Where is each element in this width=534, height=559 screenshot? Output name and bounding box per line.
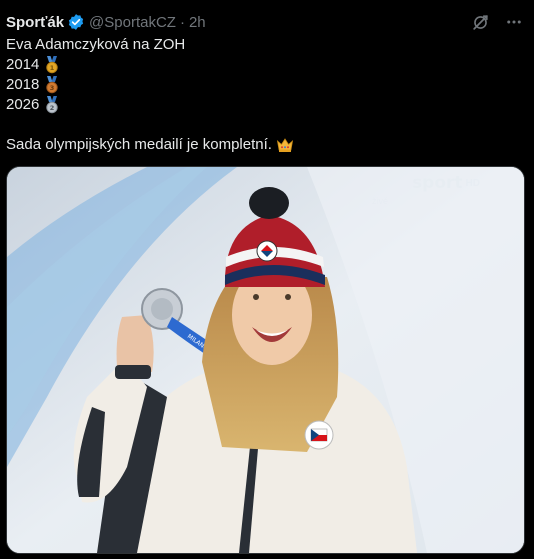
more-icon[interactable] [504, 12, 524, 32]
tweet-text: Eva Adamczyková na ZOH 2014 1 2018 3 202… [6, 35, 294, 155]
svg-text:1: 1 [50, 64, 55, 72]
separator-dot: · [179, 13, 185, 31]
athlete-photo: MILANO CORTINA 2026 [7, 167, 524, 553]
crown-icon [276, 136, 294, 154]
text-line-2026: 2026 2 [6, 95, 294, 115]
line-text: 2018 [6, 76, 40, 93]
bronze-medal-icon: 3 [43, 76, 61, 94]
silver-medal-icon: 2 [43, 96, 61, 114]
line-text: Sada olympijských medailí je kompletní. [6, 136, 272, 153]
broadcaster-status: živě [371, 196, 388, 206]
grok-icon[interactable] [470, 12, 490, 32]
tweet-header: Sporťák @SportakCZ · 2h [6, 10, 206, 34]
text-line-closing: Sada olympijských medailí je kompletní. [6, 135, 294, 155]
broadcaster-name: sport [412, 173, 463, 193]
line-text: 2014 [6, 56, 40, 73]
gold-medal-icon: 1 [43, 56, 61, 74]
tweet-actions [470, 12, 524, 32]
svg-text:2: 2 [50, 104, 55, 112]
verified-badge-icon [67, 13, 85, 31]
line-text: 2026 [6, 96, 40, 113]
timestamp[interactable]: 2h [189, 14, 206, 31]
broadcaster-logo: sport HD [412, 173, 480, 193]
text-line-title: Eva Adamczyková na ZOH [6, 35, 294, 55]
author-handle[interactable]: @SportakCZ [89, 14, 176, 31]
tweet-media-photo[interactable]: MILANO CORTINA 2026 sport HD živě [6, 166, 525, 554]
line-text: Eva Adamczyková na ZOH [6, 36, 186, 53]
tweet[interactable]: Sporťák @SportakCZ · 2h Eva Adamczyková … [0, 0, 534, 559]
text-line-2014: 2014 1 [6, 55, 294, 75]
text-line-2018: 2018 3 [6, 75, 294, 95]
svg-text:3: 3 [50, 84, 55, 92]
broadcaster-quality: HD [465, 177, 480, 189]
author-name[interactable]: Sporťák [6, 14, 64, 31]
